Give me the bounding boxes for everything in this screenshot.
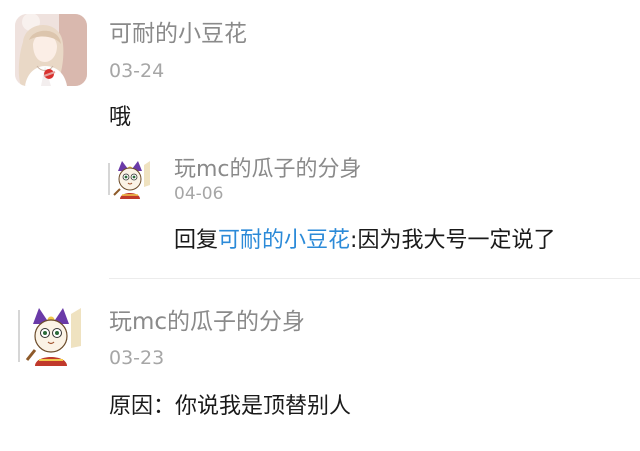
- comment-username[interactable]: 可耐的小豆花: [109, 20, 247, 48]
- reply-prefix: 回复: [174, 228, 219, 253]
- avatar-cartoon-cat[interactable]: [15, 300, 87, 372]
- comment-text: 哦: [109, 105, 132, 130]
- comment-text: 原因：你说我是顶替别人: [109, 394, 352, 419]
- comment-date: 03-24: [109, 60, 165, 82]
- reply-mention-link[interactable]: 可耐的小豆花: [218, 228, 350, 253]
- reply-username[interactable]: 玩mc的瓜子的分身: [174, 156, 362, 183]
- reply-body: 因为我大号一定说了: [357, 228, 556, 253]
- reply-date: 04-06: [174, 184, 224, 204]
- anime-girl-avatar-icon: [15, 14, 87, 86]
- cartoon-cat-avatar-icon: [106, 155, 154, 203]
- avatar-anime-girl[interactable]: [15, 14, 87, 86]
- comment-date: 03-23: [109, 347, 165, 369]
- reply-text: 回复可耐的小豆花:因为我大号一定说了: [174, 227, 555, 255]
- cartoon-cat-avatar-icon: [15, 300, 87, 372]
- reply-avatar-cartoon-cat[interactable]: [106, 155, 154, 203]
- comment-item: 可耐的小豆花 03-24 哦 玩mc的瓜子的分身 04-06 回复可耐的小豆花:…: [0, 0, 640, 278]
- comment-item: 玩mc的瓜子的分身 03-23 原因：你说我是顶替别人: [0, 279, 640, 451]
- comment-username[interactable]: 玩mc的瓜子的分身: [109, 308, 305, 336]
